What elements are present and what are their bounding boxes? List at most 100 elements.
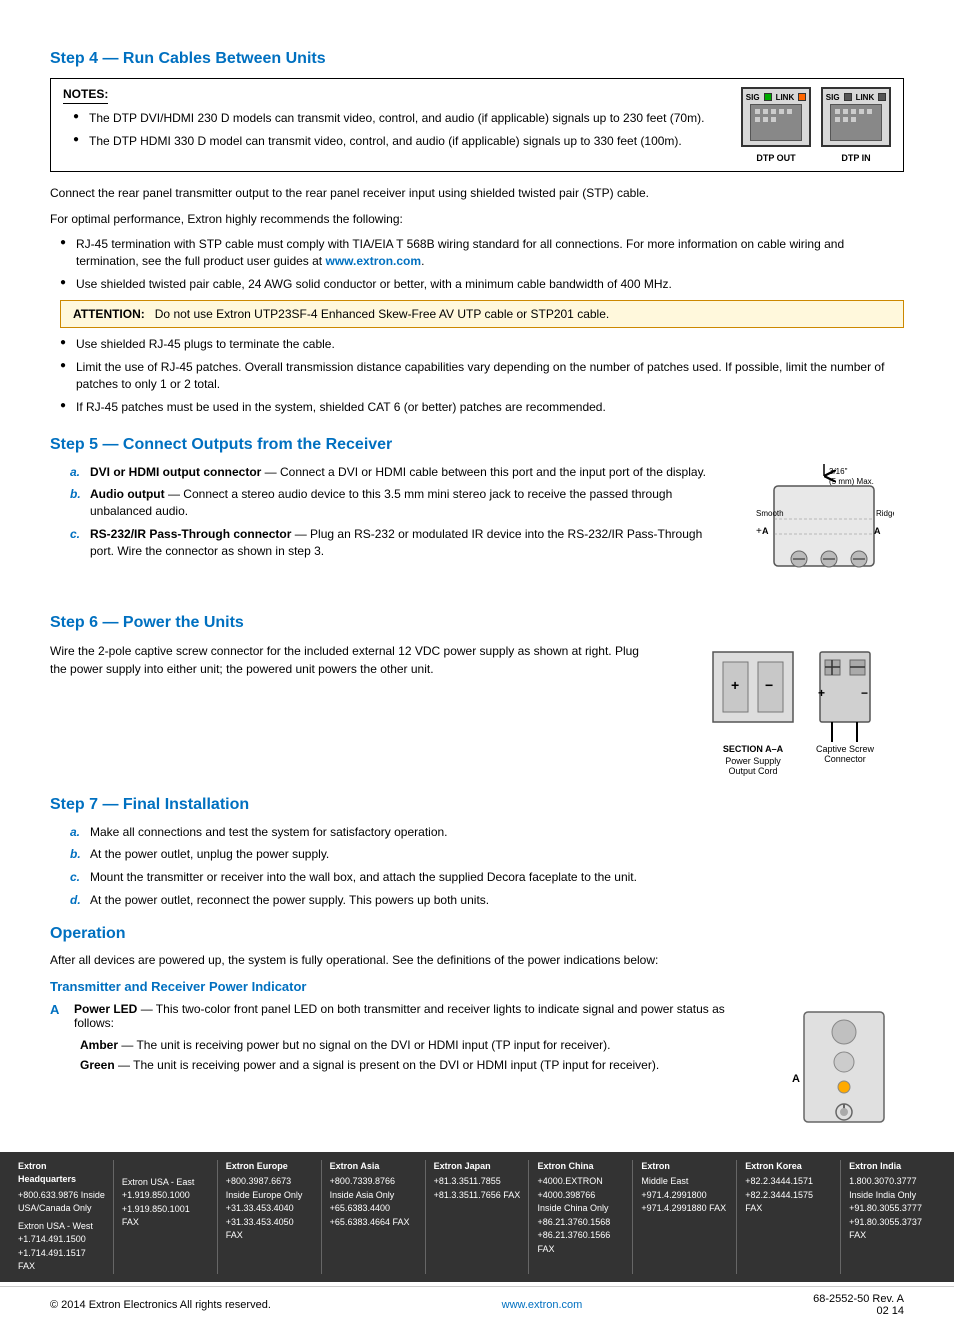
footer-japan-phone: +81.3.3511.7855: [434, 1175, 521, 1189]
step4-bullets2: Use shielded RJ-45 plugs to terminate th…: [50, 336, 904, 415]
footer-usa-east-fax: +1.919.850.1001 FAX: [122, 1203, 209, 1230]
dtp-in-port: SIG LINK: [821, 87, 891, 147]
step4-bullet-1: RJ-45 termination with STP cable must co…: [60, 236, 904, 270]
green-text: — The unit is receiving power and a sign…: [115, 1058, 659, 1072]
link-led-out: [798, 93, 806, 101]
footer-china-line1: +4000.EXTRON: [537, 1175, 624, 1189]
power-supply-label: Power Supply Output Cord: [725, 756, 781, 776]
footer-asia-line1: +800.7339.8766: [330, 1175, 417, 1189]
step7-letter-a: a.: [70, 824, 84, 841]
dtp-diagrams: SIG LINK: [741, 87, 891, 163]
note-item-2: The DTP HDMI 330 D model can transmit vi…: [73, 133, 721, 150]
footer-india-fax: FAX: [849, 1229, 936, 1243]
step7-text-a: Make all connections and test the system…: [90, 824, 448, 841]
doc-number: 68-2552-50 Rev. A: [813, 1293, 904, 1305]
website-link[interactable]: www.extron.com: [502, 1299, 583, 1311]
link-led-in: [878, 93, 886, 101]
dtp-out-leds: SIG LINK: [746, 93, 806, 102]
captive-screw-container: + − Captive Screw Connector: [815, 642, 875, 764]
led-circle: [838, 1081, 850, 1093]
step7-item-a: a. Make all connections and test the sys…: [70, 824, 904, 841]
operation-content: A Power LED — This two-color front panel…: [50, 1002, 904, 1132]
footer-col-me: Extron Middle East +971.4.2991800 +971.4…: [633, 1160, 737, 1274]
doc-info: 68-2552-50 Rev. A 02 14: [813, 1293, 904, 1317]
step6-diagrams: + − SECTION A–A Power Supply Output Cord: [674, 642, 904, 776]
copyright-text: © 2014 Extron Electronics All rights res…: [50, 1299, 271, 1311]
section-aa-label: SECTION A–A: [723, 744, 783, 754]
footer: Extron Headquarters +800.633.9876 Inside…: [0, 1152, 954, 1282]
footer-col-hq: Extron Headquarters +800.633.9876 Inside…: [10, 1160, 114, 1274]
operation-para: After all devices are powered up, the sy…: [50, 951, 904, 969]
footer-china-title: Extron China: [537, 1160, 624, 1174]
step4-heading: Step 4 — Run Cables Between Units: [50, 50, 904, 68]
step7-letter-d: d.: [70, 892, 84, 909]
dtp-out-port: SIG LINK: [741, 87, 811, 147]
footer-asia-title: Extron Asia: [330, 1160, 417, 1174]
operation-text: A Power LED — This two-color front panel…: [50, 1002, 758, 1072]
step7-item-b: b. At the power outlet, unplug the power…: [70, 846, 904, 863]
svg-text:+: +: [818, 686, 825, 700]
operation-heading: Operation: [50, 925, 904, 943]
footer-usa-east-title: Extron USA - East: [122, 1176, 209, 1190]
attention-text: Do not use Extron UTP23SF-4 Enhanced Ske…: [155, 307, 609, 321]
measurement-label: 3/16": [829, 467, 848, 476]
step5-heading: Step 5 — Connect Outputs from the Receiv…: [50, 436, 904, 454]
footer-china-line2: +4000.398766: [537, 1189, 624, 1203]
footer-india-phone: +91.80.3055.3777: [849, 1202, 936, 1216]
footer-col-china: Extron China +4000.EXTRON +4000.398766 I…: [529, 1160, 633, 1274]
step7-list: a. Make all connections and test the sys…: [50, 824, 904, 909]
notes-content: NOTES: The DTP DVI/HDMI 230 D models can…: [63, 87, 721, 163]
step4-para1: Connect the rear panel transmitter outpu…: [50, 184, 904, 202]
footer-asia-phone: +65.6383.4400: [330, 1202, 417, 1216]
footer-me-title: Extron: [641, 1160, 728, 1174]
footer-europe-fax: +31.33.453.4050 FAX: [226, 1216, 313, 1243]
footer-col-korea: Extron Korea +82.2.3444.1571 +82.2.3444.…: [737, 1160, 841, 1274]
extron-link[interactable]: www.extron.com: [325, 254, 421, 268]
step4-bullet-2: Use shielded twisted pair cable, 24 AWG …: [60, 276, 904, 293]
led-states: Amber — The unit is receiving power but …: [50, 1038, 758, 1072]
svg-text:A: A: [874, 526, 881, 536]
note-item-1: The DTP DVI/HDMI 230 D models can transm…: [73, 110, 721, 127]
step4-bullet-5: If RJ-45 patches must be used in the sys…: [60, 399, 904, 416]
smooth-label: Smooth: [756, 509, 784, 518]
attention-box: ATTENTION: Do not use Extron UTP23SF-4 E…: [60, 300, 904, 328]
amber-text: — The unit is receiving power but no sig…: [118, 1038, 610, 1052]
footer-china-line3: Inside China Only: [537, 1202, 624, 1216]
footer-india-phone2: +91.80.3055.3737: [849, 1216, 936, 1230]
rs232-connector-svg: 3/16" (5 mm) Max. Smooth A + Ridges A: [754, 464, 894, 594]
step5-item-c: c. RS-232/IR Pass-Through connector — Pl…: [70, 526, 724, 560]
step4-bullets1: RJ-45 termination with STP cable must co…: [50, 236, 904, 292]
step5-content: a. DVI or HDMI output connector — Connec…: [50, 464, 904, 594]
footer-japan-fax: +81.3.3511.7656 FAX: [434, 1189, 521, 1203]
footer-europe-line2: Inside Europe Only: [226, 1189, 313, 1203]
footer-asia-line2: Inside Asia Only: [330, 1189, 417, 1203]
footer-india-title: Extron India: [849, 1160, 936, 1174]
ridges-label: Ridges: [876, 509, 894, 518]
sig-led-in: [844, 93, 852, 101]
footer-europe-title: Extron Europe: [226, 1160, 313, 1174]
footer-usa-east-phone: +1.919.850.1000: [122, 1189, 209, 1203]
footer-col-europe: Extron Europe +800.3987.6673 Inside Euro…: [218, 1160, 322, 1274]
dtp-out-box: SIG LINK: [741, 87, 811, 163]
step5-c-bold: RS-232/IR Pass-Through connector: [90, 527, 291, 541]
step5-b-bold: Audio output: [90, 487, 165, 501]
power-led-row: A Power LED — This two-color front panel…: [50, 1002, 758, 1030]
footer-china-fax: FAX: [537, 1243, 624, 1257]
dtp-out-label: DTP OUT: [756, 153, 795, 163]
step5-letter-a: a.: [70, 464, 84, 481]
step7-heading: Step 7 — Final Installation: [50, 796, 904, 814]
footer-usa-west-title: Extron USA - West: [18, 1220, 105, 1234]
step6-heading: Step 6 — Power the Units: [50, 614, 904, 632]
amber-label: Amber: [80, 1038, 118, 1052]
step7-text-d: At the power outlet, reconnect the power…: [90, 892, 489, 909]
amber-row: Amber — The unit is receiving power but …: [80, 1038, 758, 1052]
footer-bottom: © 2014 Extron Electronics All rights res…: [0, 1286, 954, 1323]
footer-china-phone1: +86.21.3760.1568: [537, 1216, 624, 1230]
footer-korea-fax: +82.2.3444.1575 FAX: [745, 1189, 832, 1216]
dtp-in-box: SIG LINK: [821, 87, 891, 163]
footer-india-line2: Inside India Only: [849, 1189, 936, 1203]
captive-screw-svg: + −: [815, 642, 875, 742]
step5-a-bold: DVI or HDMI output connector: [90, 465, 261, 479]
step7-letter-c: c.: [70, 869, 84, 886]
section-aa-container: + − SECTION A–A Power Supply Output Cord: [703, 642, 803, 776]
